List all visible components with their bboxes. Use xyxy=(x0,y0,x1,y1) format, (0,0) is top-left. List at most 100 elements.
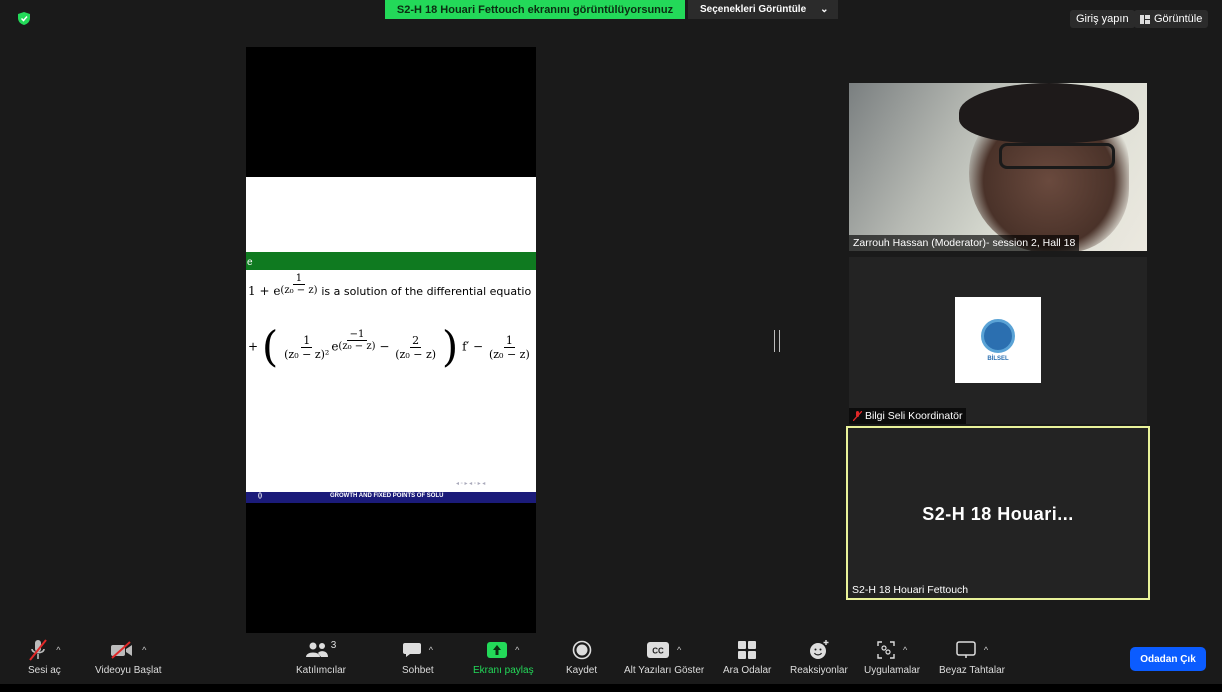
slide-header-bar: e xyxy=(246,252,536,270)
formula2-exp-den: (z₀ − z) xyxy=(338,340,376,352)
start-video-label: Videoyu Başlat xyxy=(95,665,162,676)
share-screen-icon xyxy=(487,642,508,658)
participant-tile-video[interactable]: Zarrouh Hassan (Moderator)- session 2, H… xyxy=(849,83,1147,251)
formula2-e: e xyxy=(331,339,339,354)
apps-label: Uygulamalar xyxy=(864,665,921,676)
whiteboard-label: Beyaz Tahtalar xyxy=(939,665,1005,676)
view-label: Görüntüle xyxy=(1154,13,1203,25)
breakout-rooms-label: Ara Odalar xyxy=(723,665,772,676)
participant-tile-logo[interactable]: BİLSEL Bilgi Seli Koordinatör xyxy=(849,257,1147,424)
chevron-up-icon[interactable]: ^ xyxy=(903,645,907,655)
participants-label: Katılımcılar xyxy=(296,665,347,676)
share-screen-button[interactable]: ^ Ekranı paylaş xyxy=(473,638,534,676)
view-button[interactable]: Görüntüle xyxy=(1134,10,1209,28)
view-options-button[interactable]: Seçenekleri Görüntüle ⌄ xyxy=(688,0,838,19)
mute-label: Sesi aç xyxy=(28,665,61,676)
frac2-num: 2 xyxy=(410,333,422,348)
participant-tile-active-speaker[interactable]: S2-H 18 Houari... S2-H 18 Houari Fettouc… xyxy=(846,426,1150,600)
record-icon xyxy=(572,640,591,660)
slide-header-text: e xyxy=(247,257,253,268)
chevron-down-icon: ⌄ xyxy=(820,4,829,15)
formula-line-1: 1 + e 1 (z₀ − z) is a solution of the di… xyxy=(248,273,536,313)
panel-resize-handle[interactable] xyxy=(774,330,780,352)
leave-room-button[interactable]: Odadan Çık xyxy=(1130,647,1206,671)
record-label: Kaydet xyxy=(566,665,598,676)
formula2-fprime: f′ − xyxy=(462,339,484,354)
shared-screen[interactable]: e 1 + e 1 (z₀ − z) is a solution of the … xyxy=(246,47,536,633)
participant-name: Zarrouh Hassan (Moderator)- session 2, H… xyxy=(849,235,1080,251)
window-bottom-edge xyxy=(0,684,1222,692)
participant-display-title: S2-H 18 Houari... xyxy=(922,504,1074,524)
whiteboard-icon xyxy=(956,641,976,658)
formula2-frac1: 1 (z₀ − z)² xyxy=(282,334,331,361)
mic-muted-icon xyxy=(853,411,862,421)
participant-video-hair xyxy=(959,83,1139,143)
sign-in-label: Giriş yapın xyxy=(1070,10,1135,28)
svg-text:CC: CC xyxy=(652,647,664,656)
frac3-den: (z₀ − z) xyxy=(488,347,530,361)
formula2-frac2: 2 (z₀ − z) xyxy=(393,334,438,361)
formula2-exp-num: −1 xyxy=(346,329,368,341)
reactions-smiley-icon xyxy=(809,640,829,659)
video-off-icon xyxy=(111,641,133,659)
security-shield-icon[interactable] xyxy=(18,12,30,25)
meeting-toolbar: ^ Sesi aç ^ Videoyu Başlat 3 Katılımcıla… xyxy=(0,633,1222,684)
reactions-label: Reaksiyonlar xyxy=(790,665,848,676)
chat-bubble-icon xyxy=(402,643,421,657)
slide-nav-dots: ◂ ▫ ▸ ◂ ▫ ▸ ◂ xyxy=(456,481,486,487)
formula1-exp-num: 1 xyxy=(292,273,306,285)
apps-button[interactable]: ^ Uygulamalar xyxy=(864,638,920,676)
breakout-rooms-icon xyxy=(738,641,757,659)
right-paren: ) xyxy=(441,322,459,371)
slide-footer: () GROWTH AND FIXED POINTS OF SOLU xyxy=(246,492,536,503)
logo-globe-icon xyxy=(981,318,1015,353)
participants-button[interactable]: 3 Katılımcılar xyxy=(296,638,346,676)
share-screen-label: Ekranı paylaş xyxy=(473,665,534,676)
screen-share-banner: S2-H 18 Houari Fettouch ekranını görüntü… xyxy=(385,0,685,19)
formula1-exp-den: (z₀ − z) xyxy=(280,285,318,296)
grid-view-icon xyxy=(1140,14,1150,24)
share-banner-text: S2-H 18 Houari Fettouch ekranını görüntü… xyxy=(396,3,674,16)
mute-button[interactable]: ^ Sesi aç xyxy=(28,638,61,676)
record-button[interactable]: Kaydet xyxy=(566,638,597,676)
formula1-suffix: is a solution of the differential equati… xyxy=(321,285,532,298)
formula2-minus: − xyxy=(379,339,390,354)
participant-name: S2-H 18 Houari Fettouch xyxy=(852,584,969,596)
chevron-up-icon[interactable]: ^ xyxy=(142,645,146,655)
participant-name-bar: Bilgi Seli Koordinatör xyxy=(849,408,967,424)
formula2-frac3: 1 (z₀ − z) xyxy=(487,334,532,361)
chevron-up-icon[interactable]: ^ xyxy=(429,645,433,655)
start-video-button[interactable]: ^ Videoyu Başlat xyxy=(95,638,162,676)
formula1-prefix: 1 + e xyxy=(248,284,281,298)
sign-in-button[interactable]: Giriş yapın xyxy=(1070,10,1135,28)
logo-text: BİLSEL xyxy=(987,355,1009,362)
leave-room-label: Odadan Çık xyxy=(1140,653,1196,665)
closed-captions-icon: CC xyxy=(646,642,669,658)
formula-line-2: + ( 1 (z₀ − z)² e −1 (z₀ − z) − 2 (z₀ − … xyxy=(248,326,536,387)
frac2-den: (z₀ − z) xyxy=(395,347,437,361)
slide-footer-title: GROWTH AND FIXED POINTS OF SOLU xyxy=(330,493,444,499)
chevron-up-icon[interactable]: ^ xyxy=(984,645,988,655)
frac1-den: (z₀ − z)² xyxy=(284,347,330,361)
view-options-label: Seçenekleri Görüntüle xyxy=(700,4,807,15)
breakout-rooms-button[interactable]: Ara Odalar xyxy=(723,638,771,676)
chat-button[interactable]: ^ Sohbet xyxy=(402,638,434,676)
mic-muted-icon xyxy=(29,639,48,661)
participants-icon xyxy=(305,642,328,657)
captions-button[interactable]: CC ^ Alt Yazıları Göster xyxy=(624,638,704,676)
participant-name: Bilgi Seli Koordinatör xyxy=(865,410,963,422)
chat-label: Sohbet xyxy=(402,665,434,676)
participant-video-glasses xyxy=(999,143,1115,169)
frac1-num: 1 xyxy=(301,333,313,348)
participant-logo: BİLSEL xyxy=(955,297,1041,383)
reactions-button[interactable]: Reaksiyonlar xyxy=(790,638,848,676)
left-paren: ( xyxy=(261,322,279,371)
formula2-plus: + xyxy=(248,339,259,354)
whiteboard-button[interactable]: ^ Beyaz Tahtalar xyxy=(939,638,1005,676)
apps-icon xyxy=(877,641,895,659)
chevron-up-icon[interactable]: ^ xyxy=(56,645,60,655)
chevron-up-icon[interactable]: ^ xyxy=(677,645,681,655)
participants-count: 3 xyxy=(330,640,337,651)
chevron-up-icon[interactable]: ^ xyxy=(515,645,519,655)
frac3-num: 1 xyxy=(503,333,515,348)
